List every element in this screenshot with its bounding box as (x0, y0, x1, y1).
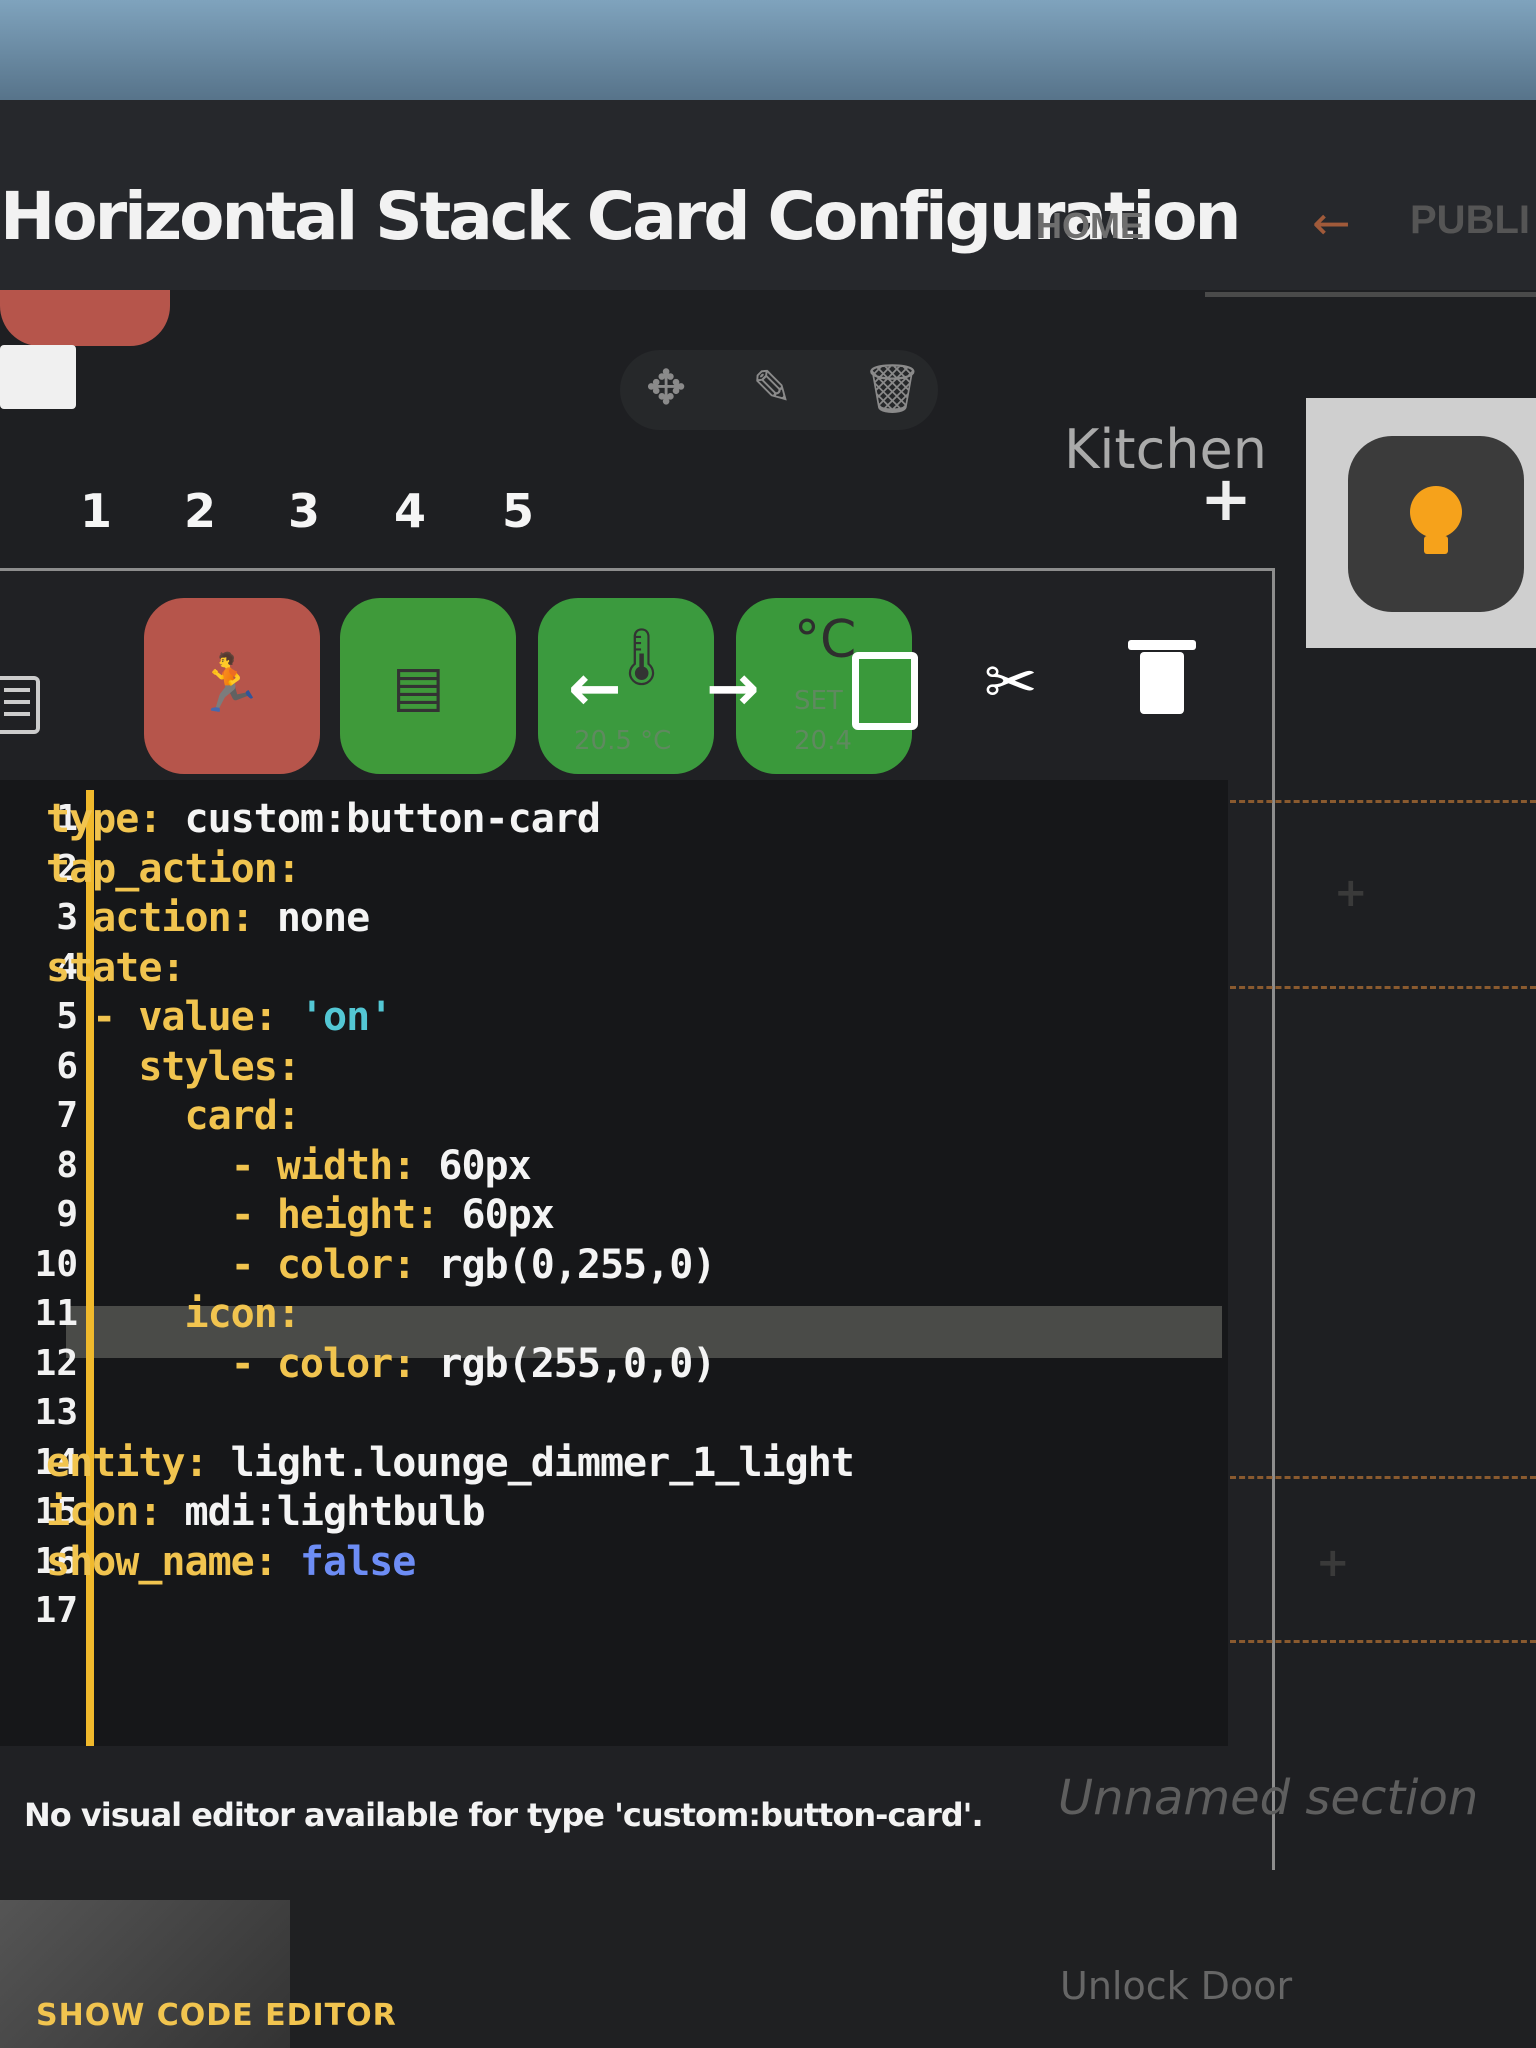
code-line[interactable]: tap_action: (46, 845, 301, 892)
yaml-value: 60px (438, 1192, 554, 1238)
yaml-value: 'on' (276, 994, 393, 1040)
step-5[interactable]: 5 (502, 484, 534, 538)
tab-public[interactable]: PUBLI (1410, 198, 1530, 243)
yaml-key: card: (46, 1093, 300, 1139)
code-line[interactable]: - color: rgb(255,0,0) (46, 1340, 717, 1387)
yaml-value: rgb(255,0,0) (415, 1340, 716, 1387)
yaml-value: custom:button-card (161, 796, 601, 842)
yaml-key: - value: (46, 994, 278, 1040)
step-4[interactable]: 4 (394, 484, 426, 538)
card-preview-couch[interactable]: ▤ (340, 598, 516, 774)
tab-underline (1205, 292, 1536, 297)
yaml-key: state: (46, 944, 185, 991)
yaml-key: - height: (46, 1192, 440, 1238)
thermostat-set-value: 20.4 (794, 726, 852, 756)
lightbulb-icon (1410, 486, 1462, 538)
pencil-icon[interactable]: ✎ (752, 360, 792, 416)
code-line[interactable]: show_name: false (46, 1538, 416, 1585)
code-line[interactable]: - value: 'on' (46, 994, 393, 1040)
yaml-key: - color: (46, 1340, 417, 1387)
code-line[interactable]: - height: 60px (46, 1192, 555, 1238)
temperature-value: 20.5 °C (574, 726, 672, 756)
list-icon[interactable] (0, 676, 40, 734)
card-picker-field[interactable] (0, 345, 76, 409)
line-number: 17 (34, 1590, 78, 1631)
section-divider (1230, 986, 1536, 989)
section-divider (1230, 800, 1536, 803)
code-line[interactable]: type: custom:button-card (46, 796, 601, 842)
move-left-arrow-icon[interactable]: ← (568, 652, 622, 726)
move-right-arrow-icon[interactable]: → (706, 652, 760, 726)
section-divider (1230, 1476, 1536, 1479)
yaml-key: type: (46, 796, 162, 842)
no-visual-editor-message: No visual editor available for type 'cus… (24, 1796, 984, 1834)
code-line[interactable]: entity: light.lounge_dimmer_1_light (46, 1439, 855, 1486)
yaml-key: styles: (46, 1043, 301, 1090)
delete-card-icon[interactable] (1140, 652, 1184, 714)
yaml-key: - color: (46, 1241, 417, 1288)
step-3[interactable]: 3 (288, 484, 320, 538)
step-1[interactable]: 1 (80, 484, 112, 538)
yaml-key: entity: (46, 1439, 209, 1486)
code-line[interactable]: styles: (46, 1043, 301, 1090)
card-preview-temperature[interactable]: 🌡 20.5 °C (538, 598, 714, 774)
delete-icon[interactable]: 🗑 (862, 360, 923, 417)
code-line[interactable]: action: none (46, 895, 370, 941)
yaml-value: mdi:lightbulb (161, 1489, 486, 1535)
code-line[interactable]: - width: 60px (46, 1142, 532, 1189)
couch-icon: ▤ (392, 654, 445, 719)
add-icon[interactable]: + (1200, 462, 1252, 535)
step-2[interactable]: 2 (184, 484, 216, 538)
cut-icon[interactable]: ✂ (984, 646, 1038, 720)
yaml-key: show_name: (46, 1538, 278, 1585)
code-line[interactable]: state: (46, 945, 185, 991)
card-preview-motion[interactable]: 🏃 (144, 598, 320, 774)
yaml-key: action: (46, 895, 255, 941)
yaml-key: - width: (46, 1142, 417, 1189)
code-line[interactable]: icon: (46, 1291, 300, 1337)
lightbulb-base (1424, 536, 1448, 554)
thermostat-icon: °C (794, 610, 857, 670)
yaml-key: icon: (46, 1291, 300, 1337)
line-number: 13 (34, 1392, 78, 1433)
show-code-editor-button[interactable]: SHOW CODE EDITOR (36, 1998, 397, 2033)
tab-home[interactable]: HOME (1036, 205, 1144, 247)
yaml-value: light.lounge_dimmer_1_light (207, 1439, 855, 1486)
code-line[interactable]: card: (46, 1093, 300, 1139)
code-line[interactable]: - color: rgb(0,255,0) (46, 1241, 717, 1288)
yaml-value: 60px (415, 1142, 531, 1189)
add-card-icon[interactable]: + (1334, 870, 1368, 916)
code-line[interactable]: icon: mdi:lightbulb (46, 1489, 486, 1535)
yaml-code-editor[interactable]: 1 type: custom:button-card 2 tap_action: 3 a… (0, 780, 1228, 1746)
unlock-door-label: Unlock Door (1060, 1964, 1293, 2008)
yaml-key: tap_action: (46, 845, 301, 892)
yaml-key: icon: (46, 1489, 162, 1535)
copy-icon[interactable] (852, 652, 918, 730)
yaml-value: none (253, 895, 370, 941)
delete-card-icon-lid (1128, 640, 1196, 650)
move-icon[interactable]: ✥ (646, 360, 686, 416)
add-card-icon[interactable]: + (1316, 1540, 1350, 1586)
yaml-value: rgb(0,255,0) (415, 1241, 716, 1288)
yaml-value: false (276, 1538, 416, 1585)
section-divider (1230, 1640, 1536, 1643)
thermostat-set-label: SET (794, 686, 843, 716)
motion-sensor-icon: 🏃 (194, 651, 264, 716)
unnamed-section-label: Unnamed section (1058, 1770, 1479, 1826)
back-arrow-icon[interactable]: ← (1312, 196, 1351, 250)
